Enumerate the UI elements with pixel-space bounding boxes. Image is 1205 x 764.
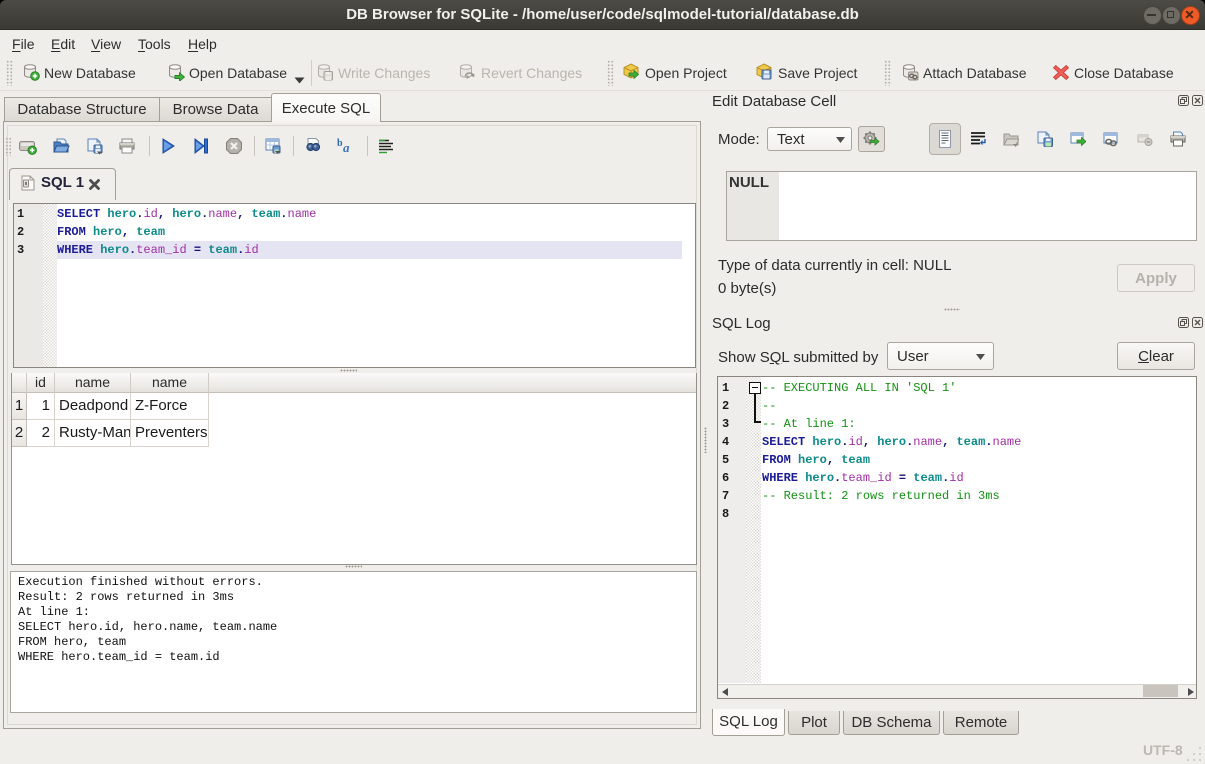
svg-text:a: a — [343, 140, 350, 155]
